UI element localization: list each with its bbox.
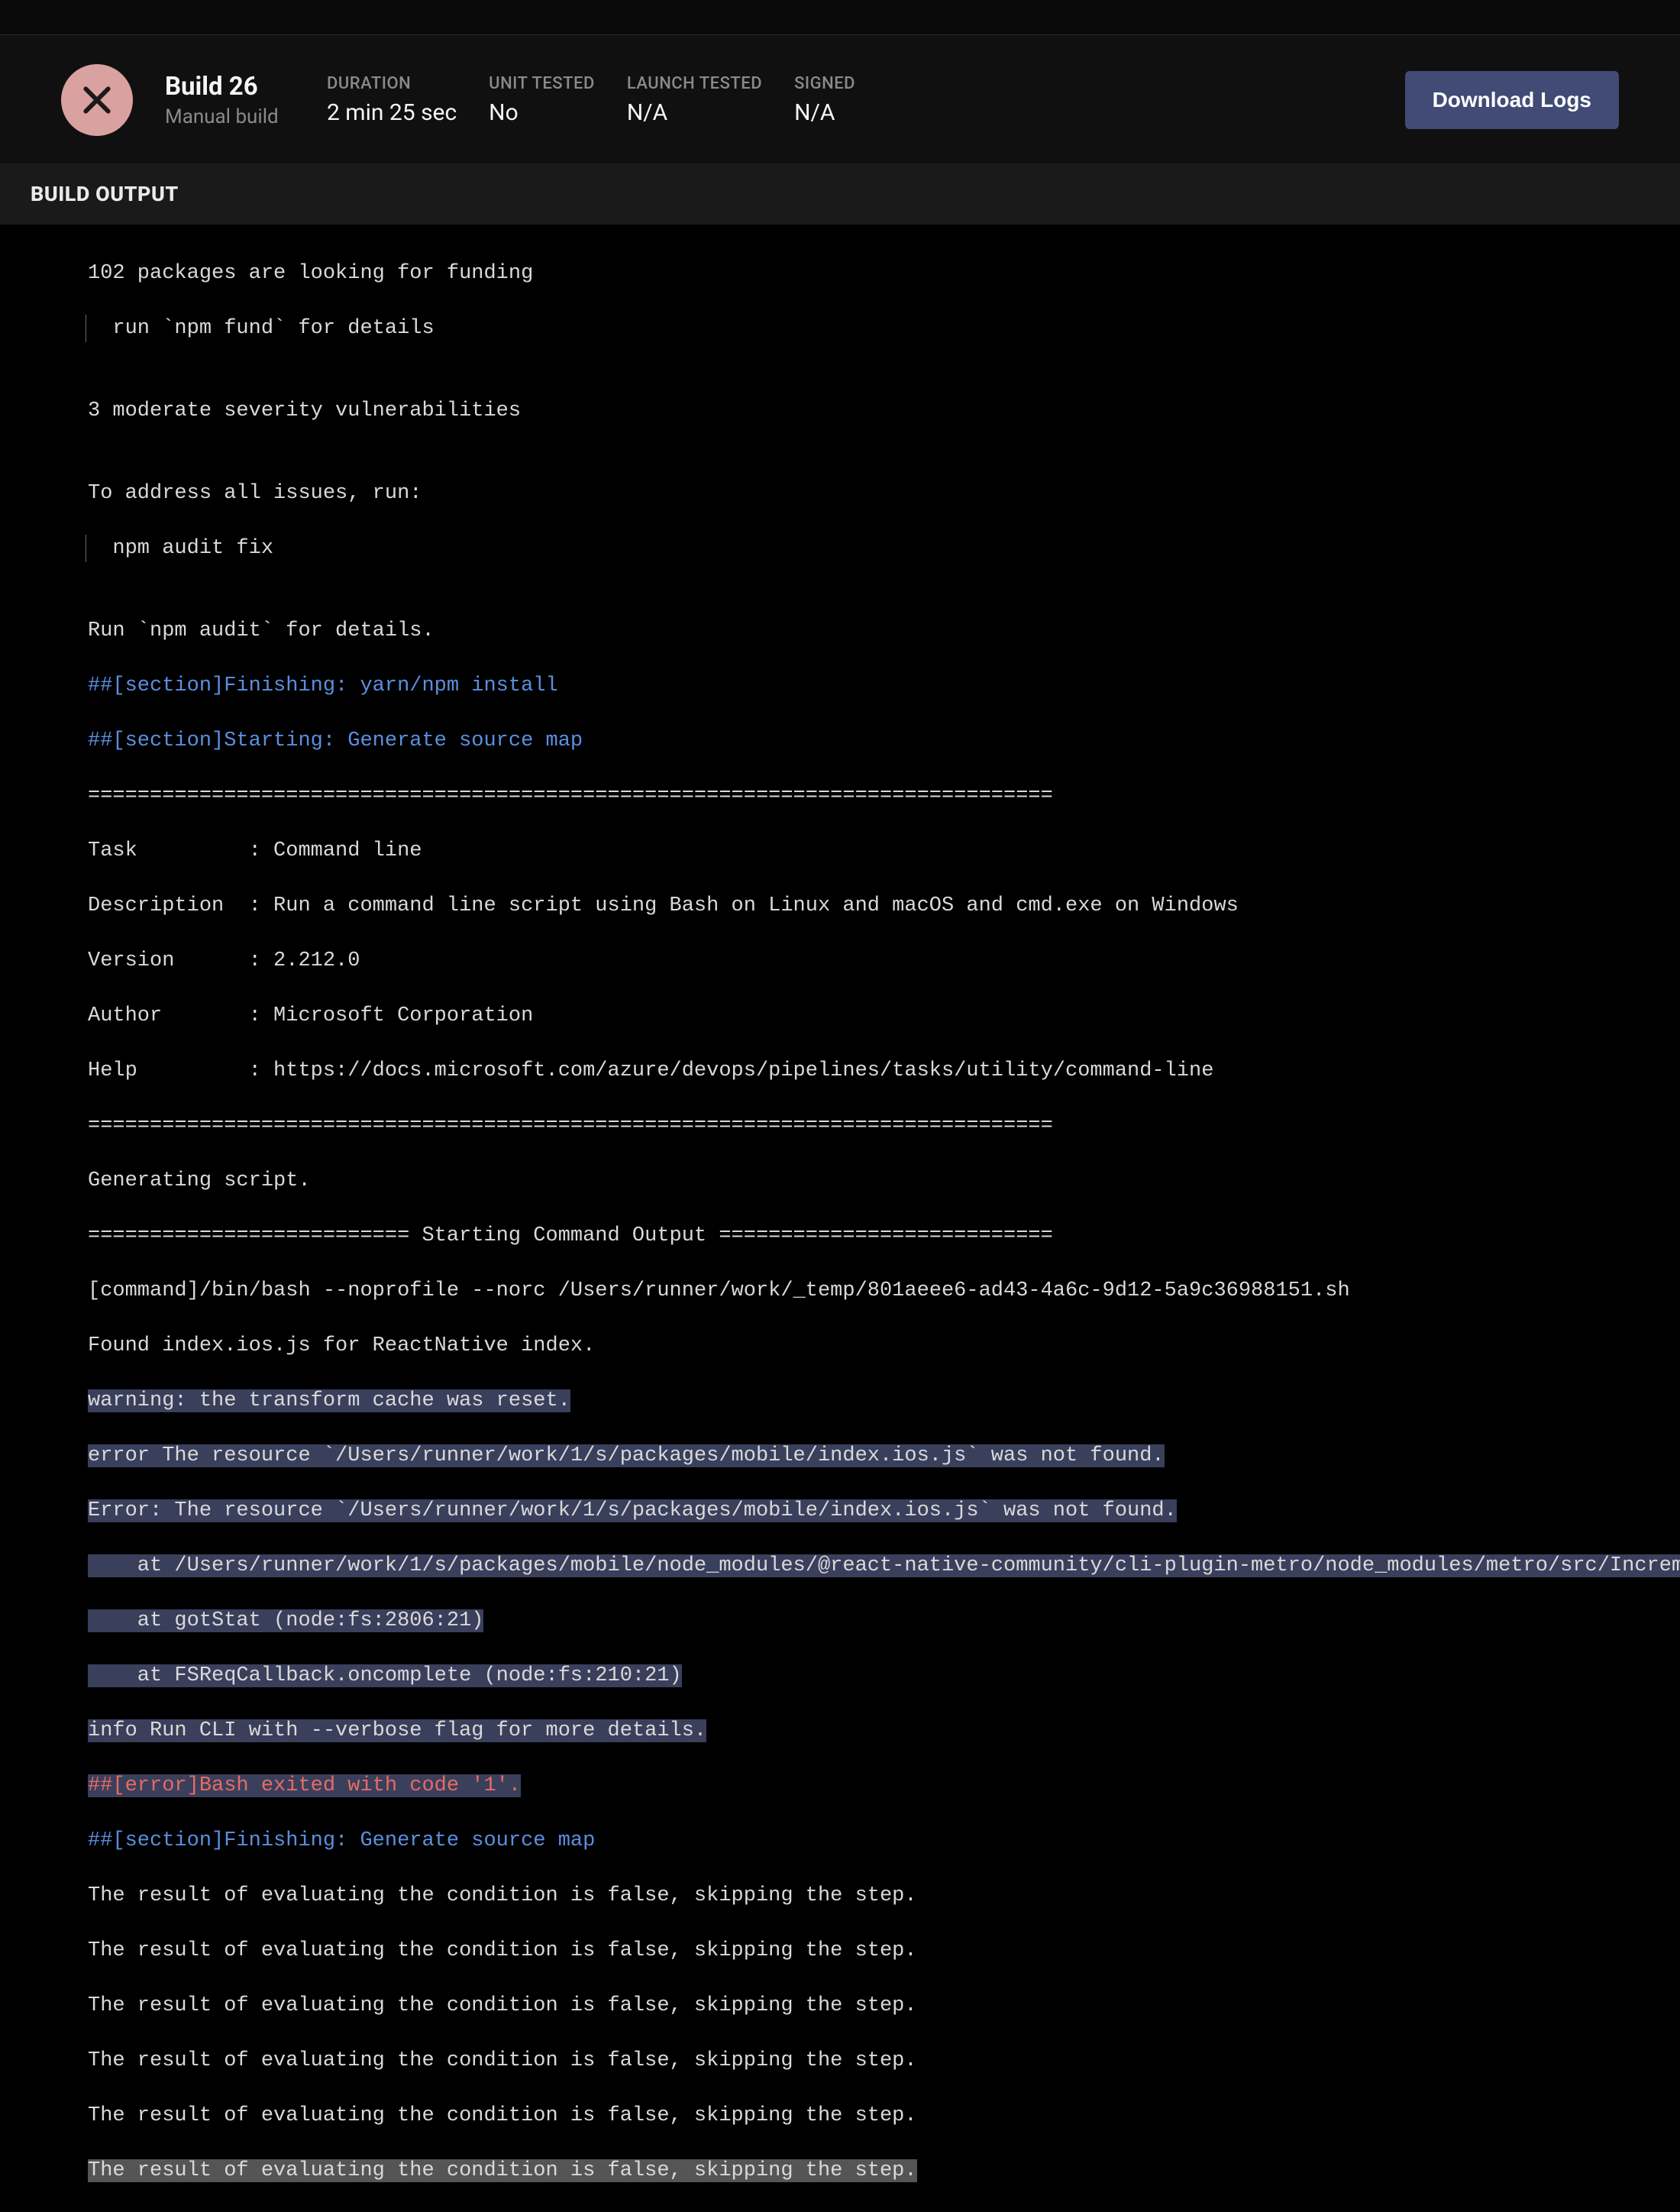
log-line-section: ##[section]Starting: Generate source map [88, 727, 1680, 755]
metric-value: No [489, 99, 595, 126]
build-log-output[interactable]: 102 packages are looking for funding run… [0, 225, 1680, 2212]
metric-value: 2 min 25 sec [327, 99, 457, 126]
log-line: Run `npm audit` for details. [88, 617, 1680, 645]
build-header: Build 26 Manual build DURATION 2 min 25 … [0, 35, 1680, 163]
log-line: ========================================… [88, 782, 1680, 810]
log-line-highlight: warning: the transform cache was reset. [88, 1387, 1680, 1415]
log-line: Task : Command line [88, 837, 1680, 865]
log-line: The result of evaluating the condition i… [88, 1882, 1680, 1910]
build-title-block: Build 26 Manual build [165, 72, 295, 128]
log-line: Generating script. [88, 1167, 1680, 1195]
log-line: 3 moderate severity vulnerabilities [88, 397, 1680, 425]
log-line-section: ##[section]Finishing: yarn/npm install [88, 672, 1680, 700]
log-line: ========================== Starting Comm… [88, 1222, 1680, 1250]
log-line: 102 packages are looking for funding [88, 260, 1680, 287]
log-line-highlight: Error: The resource `/Users/runner/work/… [88, 1497, 1680, 1525]
build-title: Build 26 [165, 72, 295, 102]
log-line: npm audit fix [88, 535, 1680, 562]
log-line: The result of evaluating the condition i… [88, 2047, 1680, 2075]
log-line: To address all issues, run: [88, 480, 1680, 507]
download-logs-button[interactable]: Download Logs [1405, 71, 1619, 129]
log-line: Found index.ios.js for ReactNative index… [88, 1332, 1680, 1360]
log-line: Version : 2.212.0 [88, 947, 1680, 975]
close-icon [80, 83, 114, 117]
log-line: The result of evaluating the condition i… [88, 1937, 1680, 1965]
metric-value: N/A [627, 99, 762, 126]
log-line: Author : Microsoft Corporation [88, 1002, 1680, 1030]
log-line-highlight: error The resource `/Users/runner/work/1… [88, 1442, 1680, 1470]
log-line-highlight: at FSReqCallback.oncomplete (node:fs:210… [88, 1662, 1680, 1690]
log-line: The result of evaluating the condition i… [88, 1992, 1680, 2020]
metric-value: N/A [794, 99, 886, 126]
log-line: [command]/bin/bash --noprofile --norc /U… [88, 1277, 1680, 1305]
metric-label: UNIT TESTED [489, 74, 595, 93]
log-line: Description : Run a command line script … [88, 892, 1680, 920]
metric-label: SIGNED [794, 74, 886, 93]
log-line-highlight: The result of evaluating the condition i… [88, 2157, 1680, 2185]
log-line-section: ##[section]Finishing: Generate source ma… [88, 1827, 1680, 1855]
metric-launch-tested: LAUNCH TESTED N/A [627, 74, 762, 126]
log-line: run `npm fund` for details [88, 315, 1680, 342]
build-status-failed-icon [61, 64, 133, 136]
metric-duration: DURATION 2 min 25 sec [327, 74, 457, 126]
log-line: Help : https://docs.microsoft.com/azure/… [88, 1057, 1680, 1085]
build-output-header: BUILD OUTPUT [0, 163, 1680, 225]
log-line-highlight: at /Users/runner/work/1/s/packages/mobil… [88, 1552, 1680, 1580]
log-line: ========================================… [88, 1112, 1680, 1140]
log-line-highlight: info Run CLI with --verbose flag for mor… [88, 1717, 1680, 1745]
log-line-highlight: at gotStat (node:fs:2806:21) [88, 1607, 1680, 1635]
log-line: The result of evaluating the condition i… [88, 2102, 1680, 2130]
metric-label: DURATION [327, 74, 457, 93]
build-subtitle: Manual build [165, 105, 295, 128]
metric-label: LAUNCH TESTED [627, 74, 762, 93]
metric-signed: SIGNED N/A [794, 74, 886, 126]
top-bar [0, 0, 1680, 35]
log-line-error: ##[error]Bash exited with code '1'. [88, 1772, 1680, 1800]
metric-unit-tested: UNIT TESTED No [489, 74, 595, 126]
